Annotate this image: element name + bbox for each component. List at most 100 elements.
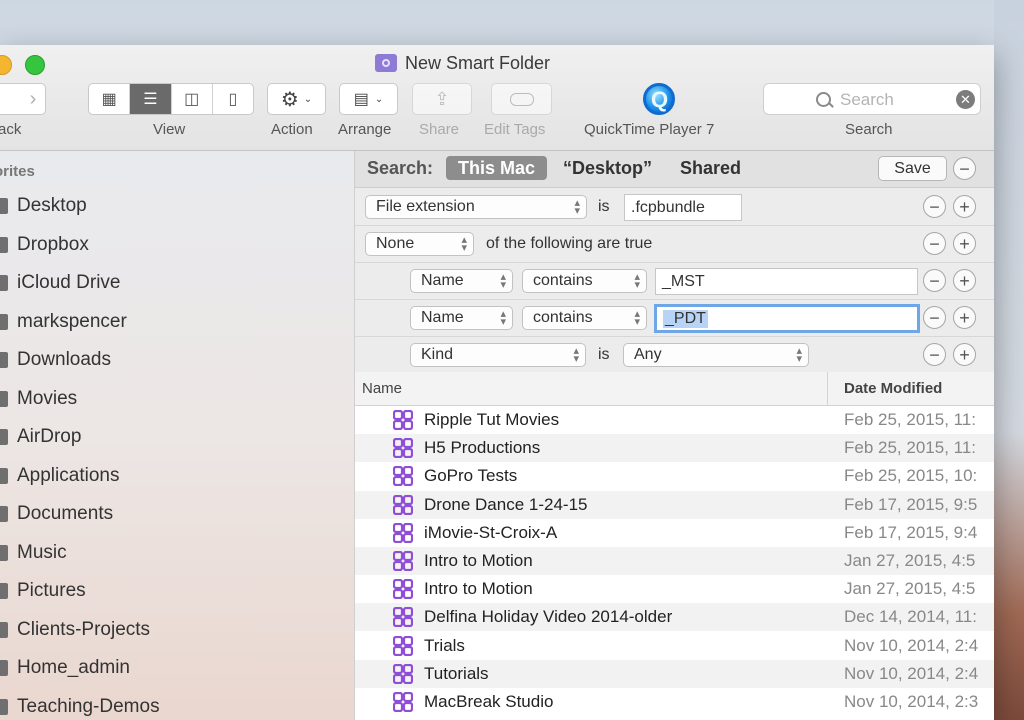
save-button[interactable]: Save (878, 156, 947, 181)
table-row[interactable]: Trials Nov 10, 2014, 2:4 (355, 632, 994, 660)
column-header-date-modified[interactable]: Date Modified (827, 372, 994, 405)
quicktime-label: QuickTime Player 7 (584, 121, 715, 138)
table-row[interactable]: Intro to Motion Jan 27, 2015, 4:5 (355, 547, 994, 575)
share-button[interactable]: ⇪ (412, 83, 472, 115)
quantifier-popup[interactable]: None ▴ ▾ (365, 232, 474, 256)
share-icon: ⇪ (434, 88, 450, 109)
add-criterion-button[interactable]: + (953, 343, 976, 366)
airdrop-icon (0, 429, 8, 445)
quicktime-icon[interactable] (643, 83, 675, 115)
sidebar-item-home[interactable]: markspencer (0, 304, 127, 340)
table-row[interactable]: Intro to Motion Jan 27, 2015, 4:5 (355, 575, 994, 603)
scope-shared[interactable]: Shared (680, 158, 741, 179)
attribute-popup[interactable]: Kind ▴ ▾ (410, 343, 586, 367)
search-icon (816, 92, 831, 107)
sidebar-item-documents[interactable]: Documents (0, 496, 113, 532)
sidebar-item-label: Home_admin (17, 657, 130, 678)
clear-search-icon[interactable]: ✕ (956, 90, 975, 109)
sidebar-item-icloud-drive[interactable]: iCloud Drive (0, 265, 120, 301)
kind-popup[interactable]: Any ▴ ▾ (623, 343, 809, 367)
column-view-icon[interactable]: ◫ (172, 84, 213, 114)
file-name: H5 Productions (424, 438, 541, 458)
list-view-icon[interactable]: ☰ (130, 84, 172, 114)
sidebar-item-label: Downloads (17, 349, 111, 370)
folder-icon (0, 660, 8, 676)
file-name: Drone Dance 1-24-15 (424, 494, 588, 514)
sidebar-item-label: Music (17, 542, 67, 563)
attribute-popup[interactable]: Name ▴ ▾ (410, 269, 513, 293)
sidebar-item-teaching-demos[interactable]: Teaching-Demos (0, 689, 160, 720)
table-row[interactable]: Delfina Holiday Video 2014-older Dec 14, … (355, 603, 994, 632)
name-contains-field-focused[interactable]: _PDT (654, 304, 920, 333)
forward-icon[interactable]: › (30, 88, 37, 111)
sidebar-item-label: Documents (17, 503, 114, 524)
table-row[interactable]: iMovie-St-Croix-A Feb 17, 2015, 9:4 (355, 519, 994, 547)
search-criteria-panel: Search: This Mac “Desktop” Shared Save −… (355, 151, 994, 374)
library-bundle-icon (393, 494, 413, 515)
cover-flow-icon[interactable]: ▯ (213, 84, 253, 114)
sidebar-item-pictures[interactable]: Pictures (0, 573, 86, 609)
remove-criterion-button[interactable]: − (923, 232, 946, 255)
table-row[interactable]: MacBreak Studio Nov 10, 2014, 2:3 (355, 688, 994, 716)
table-row[interactable]: GoPro Tests Feb 25, 2015, 10: (355, 462, 994, 490)
search-scope-label: Search: (367, 158, 434, 178)
scope-this-mac[interactable]: This Mac (446, 156, 548, 180)
add-criterion-button[interactable]: + (953, 306, 976, 329)
minimize-button[interactable] (0, 55, 12, 75)
operator-popup[interactable]: contains ▴ ▾ (522, 306, 647, 330)
sidebar-item-downloads[interactable]: Downloads (0, 342, 111, 378)
edit-tags-label: Edit Tags (484, 121, 546, 138)
criteria-row: File extension ▴ ▾ is .fcpbundle − + (355, 188, 994, 226)
updown-arrows-icon: ▴ ▾ (634, 271, 640, 291)
attribute-popup[interactable]: File extension ▴ ▾ (365, 195, 587, 219)
add-criterion-button[interactable]: + (953, 195, 976, 218)
table-row[interactable]: Ripple Tut Movies Feb 25, 2015, 11: (355, 406, 994, 434)
action-button[interactable]: ⚙ ⌄ (267, 83, 326, 115)
icon-view-icon[interactable]: ▦ (89, 84, 131, 114)
table-row[interactable]: H5 Productions Feb 25, 2015, 11: (355, 434, 994, 463)
sidebar-item-airdrop[interactable]: AirDrop (0, 419, 81, 455)
add-criterion-button[interactable]: + (953, 269, 976, 292)
arrange-button[interactable]: ▤ ⌄ (339, 83, 398, 115)
extension-field[interactable]: .fcpbundle (624, 194, 742, 221)
operator-text: is (598, 198, 610, 215)
chevron-down-icon: ⌄ (303, 93, 313, 105)
remove-scope-button[interactable]: − (953, 157, 976, 180)
sidebar-item-clients-projects[interactable]: Clients-Projects (0, 612, 150, 648)
column-header-name[interactable]: Name (362, 380, 402, 397)
sidebar-item-desktop[interactable]: Desktop (0, 188, 87, 224)
sidebar-item-dropbox[interactable]: Dropbox (0, 227, 89, 263)
pictures-icon (0, 583, 8, 599)
attribute-popup[interactable]: Name ▴ ▾ (410, 306, 513, 330)
zoom-button[interactable] (25, 55, 45, 75)
scope-desktop[interactable]: “Desktop” (563, 158, 652, 179)
remove-criterion-button[interactable]: − (923, 195, 946, 218)
back-forward-buttons: › (0, 83, 46, 115)
selected-text: _PDT (663, 309, 708, 328)
sidebar-item-label: Applications (17, 465, 120, 486)
cloud-icon (0, 275, 8, 291)
remove-criterion-button[interactable]: − (923, 343, 946, 366)
sidebar-item-music[interactable]: Music (0, 535, 67, 571)
file-date-modified: Feb 25, 2015, 11: (844, 410, 977, 429)
name-contains-field[interactable]: _MST (655, 268, 918, 295)
edit-tags-button[interactable] (491, 83, 552, 115)
remove-criterion-button[interactable]: − (923, 306, 946, 329)
operator-popup[interactable]: contains ▴ ▾ (522, 269, 647, 293)
library-bundle-icon (393, 607, 413, 628)
remove-criterion-button[interactable]: − (923, 269, 946, 292)
popup-value: File extension (376, 198, 475, 215)
table-row[interactable]: Drone Dance 1-24-15 Feb 17, 2015, 9:5 (355, 490, 994, 519)
sidebar-item-home-admin[interactable]: Home_admin (0, 650, 130, 686)
view-label: View (153, 121, 186, 138)
sidebar-item-applications[interactable]: Applications (0, 458, 119, 494)
add-criterion-button[interactable]: + (953, 232, 976, 255)
popup-value: Kind (421, 346, 454, 363)
sidebar-item-label: Pictures (17, 580, 86, 601)
updown-arrows-icon: ▴ ▾ (796, 345, 802, 365)
sidebar-item-movies[interactable]: Movies (0, 381, 77, 417)
sidebar: orites Desktop Dropbox iCloud Drive mark… (0, 151, 355, 720)
file-name: Intro to Motion (424, 579, 533, 599)
table-row[interactable]: Tutorials Nov 10, 2014, 2:4 (355, 659, 994, 688)
search-field[interactable]: Search ✕ (763, 83, 981, 115)
